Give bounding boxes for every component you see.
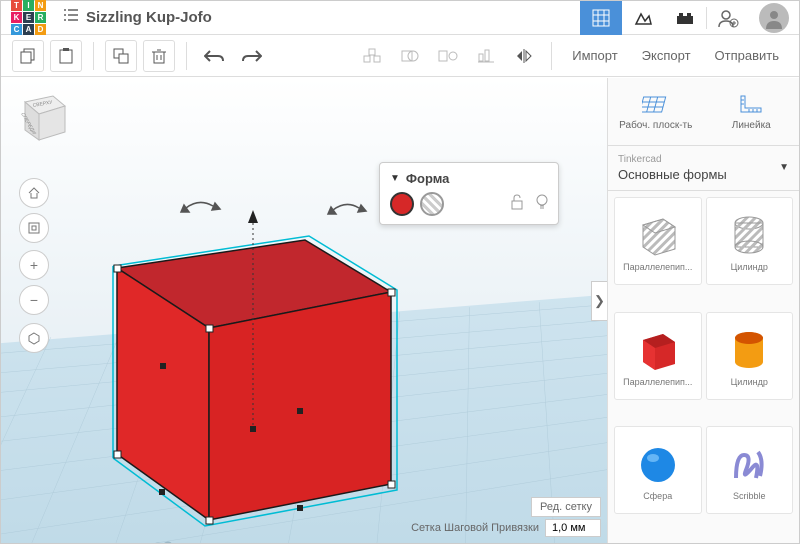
logo[interactable]: TINKERCAD	[11, 0, 46, 35]
duplicate-button[interactable]	[105, 40, 137, 72]
paste-button[interactable]	[50, 40, 82, 72]
canvas-area[interactable]: ч. плоск-т	[1, 78, 607, 543]
home-view-button[interactable]	[19, 178, 49, 208]
expand-sidebar-tab[interactable]: ❯	[591, 281, 607, 321]
export-button[interactable]: Экспорт	[642, 48, 691, 63]
shape-item-box-red[interactable]: Параллелепип...	[614, 312, 702, 400]
shape-item-box-stripe[interactable]: Параллелепип...	[614, 197, 702, 285]
lightbulb-icon[interactable]	[536, 194, 548, 215]
redo-button[interactable]	[236, 40, 268, 72]
undo-button[interactable]	[198, 40, 230, 72]
group-button[interactable]	[394, 40, 426, 72]
shape-panel-title: Форма	[406, 171, 449, 186]
header: TINKERCAD Sizzling Kup-Jofo	[1, 1, 799, 35]
shape-item-cyl-stripe[interactable]: Цилиндр	[706, 197, 794, 285]
align-button[interactable]	[470, 40, 502, 72]
show-all-button[interactable]	[356, 40, 388, 72]
snap-value-input[interactable]	[545, 519, 601, 537]
ruler-label: Линейка	[732, 120, 771, 131]
zoom-out-button[interactable]: −	[19, 285, 49, 315]
category-main: Основные формы	[618, 167, 789, 182]
fit-view-button[interactable]	[19, 213, 49, 243]
snap-label: Сетка Шаговой Привязки	[411, 522, 539, 534]
view-3d-button[interactable]	[580, 1, 622, 35]
workplane-label: Рабоч. плоск-ть	[619, 120, 692, 131]
project-list-icon[interactable]	[64, 8, 78, 27]
shape-inspector: ▼ Форма	[379, 162, 559, 225]
zoom-in-button[interactable]: +	[19, 250, 49, 280]
workplane-tool[interactable]: Рабоч. плоск-ть	[608, 78, 704, 145]
ruler-tool[interactable]: Линейка	[704, 78, 800, 145]
category-sub: Tinkercad	[618, 154, 789, 165]
shape-item-scribble[interactable]: Scribble	[706, 426, 794, 514]
ungroup-button[interactable]	[432, 40, 464, 72]
blocks-button[interactable]	[622, 1, 664, 35]
mirror-button[interactable]	[508, 40, 540, 72]
shape-category-select[interactable]: Tinkercad Основные формы ▼	[608, 146, 799, 191]
user-avatar[interactable]	[759, 3, 789, 33]
shape-item-cyl-orange[interactable]: Цилиндр	[706, 312, 794, 400]
collapse-icon[interactable]: ▼	[390, 173, 400, 184]
import-button[interactable]: Импорт	[572, 48, 617, 63]
shapes-sidebar: Рабоч. плоск-ть Линейка Tinkercad Основн…	[607, 78, 799, 543]
invite-button[interactable]	[707, 1, 749, 35]
bricks-button[interactable]	[664, 1, 706, 35]
ortho-button[interactable]	[19, 323, 49, 353]
chevron-down-icon: ▼	[779, 162, 789, 173]
project-title[interactable]: Sizzling Kup-Jofo	[86, 9, 212, 26]
snap-bar: Ред. сетку Сетка Шаговой Привязки	[411, 519, 601, 537]
lock-icon[interactable]	[510, 194, 524, 215]
hole-button[interactable]	[420, 192, 444, 216]
copy-button[interactable]	[12, 40, 44, 72]
edit-grid-button[interactable]: Ред. сетку	[531, 497, 601, 517]
delete-button[interactable]	[143, 40, 175, 72]
send-button[interactable]: Отправить	[715, 48, 779, 63]
shape-item-sphere-blue[interactable]: Сфера	[614, 426, 702, 514]
solid-color-button[interactable]	[390, 192, 414, 216]
selected-shape-cube[interactable]	[81, 168, 411, 528]
view-cube[interactable]: СВЕРХУ СПЕРЕДИ	[13, 90, 71, 148]
toolbar: Импорт Экспорт Отправить	[1, 35, 799, 77]
